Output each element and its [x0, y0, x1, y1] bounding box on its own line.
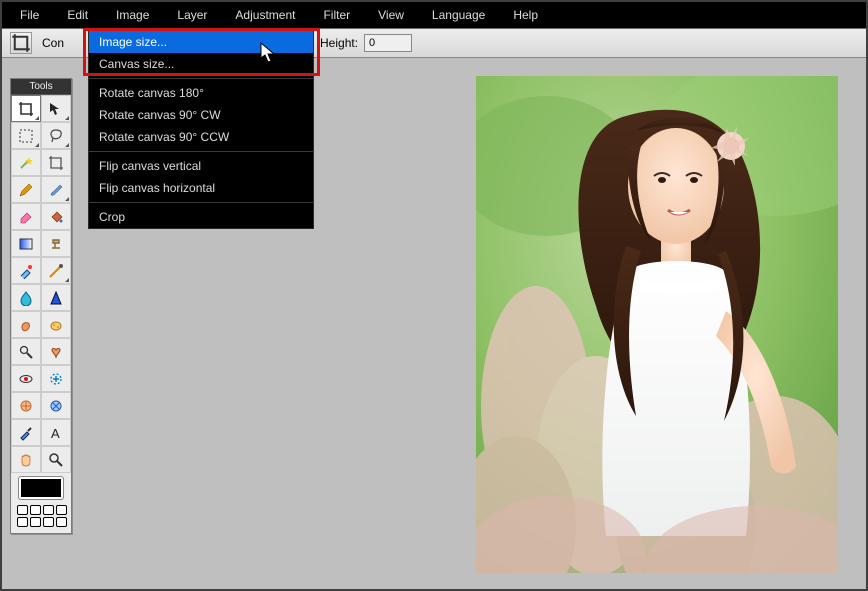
canvas-image[interactable] — [476, 76, 838, 573]
menu-adjustment[interactable]: Adjustment — [221, 4, 309, 26]
options-constraint-label: Con — [42, 36, 64, 50]
tool-dodge[interactable] — [11, 338, 41, 365]
menu-separator — [89, 151, 313, 152]
menu-file[interactable]: File — [6, 4, 53, 26]
menu-layer[interactable]: Layer — [163, 4, 221, 26]
tool-sponge[interactable] — [41, 311, 71, 338]
tool-bloat[interactable] — [11, 392, 41, 419]
options-height-input[interactable] — [364, 34, 412, 52]
tool-color-replace[interactable] — [11, 257, 41, 284]
tool-zoom[interactable] — [41, 446, 71, 473]
menubar: File Edit Image Layer Adjustment Filter … — [2, 2, 866, 28]
color-swatch-main[interactable] — [11, 473, 71, 503]
menu-item-image-size[interactable]: Image size... — [89, 31, 313, 53]
tool-spot-heal[interactable] — [41, 365, 71, 392]
menu-image[interactable]: Image — [102, 4, 163, 26]
tool-brush[interactable] — [41, 176, 71, 203]
menu-help[interactable]: Help — [499, 4, 552, 26]
tool-bucket[interactable] — [41, 203, 71, 230]
tool-red-eye[interactable] — [11, 365, 41, 392]
tools-panel: Tools A — [10, 78, 72, 534]
tool-eyedropper[interactable] — [11, 419, 41, 446]
menu-filter[interactable]: Filter — [309, 4, 364, 26]
tools-panel-title: Tools — [11, 79, 71, 95]
tool-type[interactable]: A — [41, 419, 71, 446]
menu-edit[interactable]: Edit — [53, 4, 102, 26]
tool-marquee[interactable] — [11, 122, 41, 149]
tool-blur[interactable] — [11, 284, 41, 311]
tool-smudge[interactable] — [11, 311, 41, 338]
image-dropdown: Image size... Canvas size... Rotate canv… — [88, 30, 314, 229]
tool-pinch[interactable] — [41, 392, 71, 419]
menu-item-flip-vertical[interactable]: Flip canvas vertical — [89, 155, 313, 177]
menu-item-flip-horizontal[interactable]: Flip canvas horizontal — [89, 177, 313, 199]
menu-item-crop[interactable]: Crop — [89, 206, 313, 228]
tool-sharpen[interactable] — [41, 284, 71, 311]
tool-clone[interactable] — [41, 230, 71, 257]
options-height-label: Height: — [320, 36, 358, 50]
menu-separator — [89, 202, 313, 203]
menu-language[interactable]: Language — [418, 4, 499, 26]
menu-separator — [89, 78, 313, 79]
svg-text:A: A — [51, 426, 60, 441]
tool-gradient[interactable] — [11, 230, 41, 257]
tool-eraser[interactable] — [11, 203, 41, 230]
tool-crop-alt[interactable] — [41, 149, 71, 176]
tool-move[interactable] — [41, 95, 71, 122]
menu-view[interactable]: View — [364, 4, 418, 26]
menu-item-canvas-size[interactable]: Canvas size... — [89, 53, 313, 75]
menu-item-rotate-90-cw[interactable]: Rotate canvas 90° CW — [89, 104, 313, 126]
menu-item-rotate-90-ccw[interactable]: Rotate canvas 90° CCW — [89, 126, 313, 148]
tool-lasso[interactable] — [41, 122, 71, 149]
options-crop-icon[interactable] — [10, 32, 32, 54]
tool-crop[interactable] — [11, 95, 41, 122]
tool-pencil[interactable] — [11, 176, 41, 203]
tool-burn[interactable] — [41, 338, 71, 365]
menu-item-rotate-180[interactable]: Rotate canvas 180° — [89, 82, 313, 104]
tool-wand[interactable] — [11, 149, 41, 176]
tools-grid: A — [11, 95, 71, 473]
tool-drawing[interactable] — [41, 257, 71, 284]
tool-hand[interactable] — [11, 446, 41, 473]
color-swatch-palette[interactable] — [11, 503, 71, 533]
